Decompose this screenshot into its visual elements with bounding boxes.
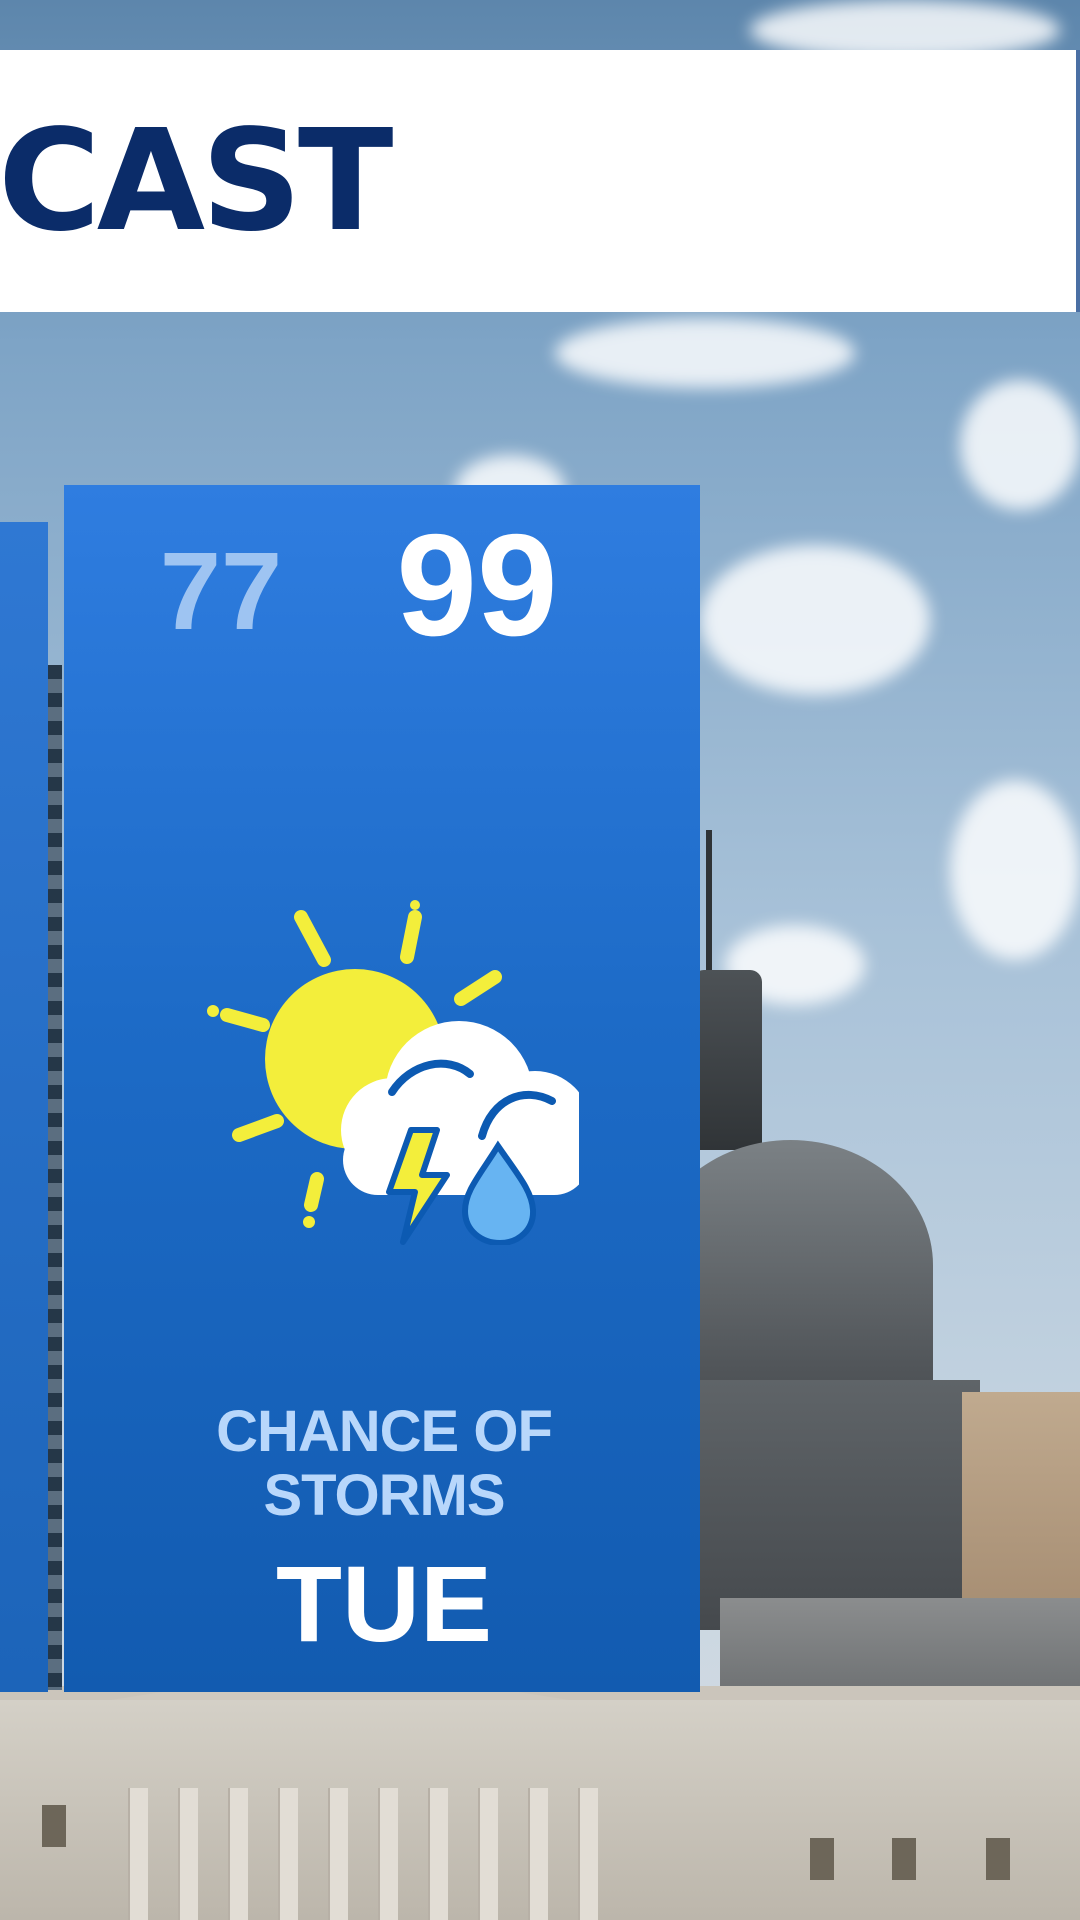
condition-line-1: CHANCE OF [216, 1399, 553, 1464]
capitol-column [528, 1788, 548, 1920]
capitol-side-roof [720, 1598, 1080, 1698]
capitol-column [228, 1788, 248, 1920]
capitol-column [478, 1788, 498, 1920]
capitol-lantern [692, 970, 762, 1150]
capitol-column [278, 1788, 298, 1920]
cloud [555, 318, 855, 388]
capitol-column [378, 1788, 398, 1920]
capitol-column [428, 1788, 448, 1920]
low-temperature: 77 [159, 530, 283, 653]
partly-sunny-thunderstorm-icon [207, 900, 579, 1245]
capitol-column [578, 1788, 598, 1920]
capitol-spire [706, 830, 712, 980]
building-window [986, 1838, 1010, 1880]
high-temperature: 99 [396, 504, 558, 666]
capitol-column [178, 1788, 198, 1920]
header-edge [1076, 50, 1080, 312]
forecast-day: TUE [276, 1543, 492, 1664]
previous-day-card-edge [0, 522, 48, 1692]
building-stripe [48, 665, 62, 1690]
building-window [892, 1838, 916, 1880]
building-window [810, 1838, 834, 1880]
forecast-header-title: CAST [0, 100, 393, 263]
condition-line-2: STORMS [263, 1462, 505, 1528]
capitol-column [128, 1788, 148, 1920]
cloud [950, 780, 1080, 960]
forecast-day-card: 77 99 CHANCE OF STORMS TUE [64, 485, 700, 1692]
cloud [700, 545, 930, 695]
capitol-column [328, 1788, 348, 1920]
building-window [42, 1805, 66, 1847]
forecast-condition: CHANCE OF STORMS [134, 1400, 634, 1528]
office-tower [962, 1392, 1080, 1618]
cloud [960, 380, 1080, 510]
